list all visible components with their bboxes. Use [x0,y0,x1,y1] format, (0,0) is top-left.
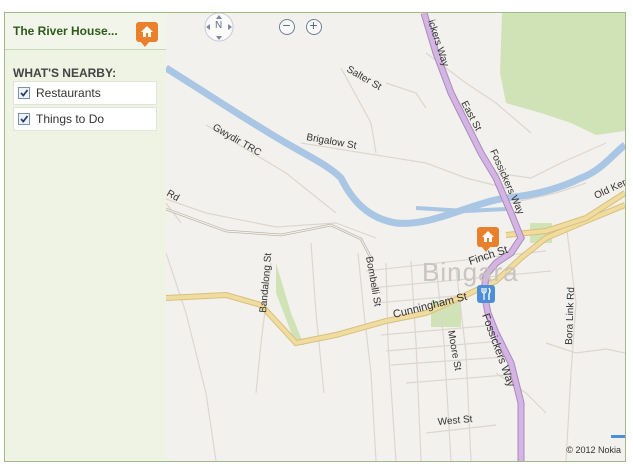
nearby-heading: WHAT'S NEARBY: [13,66,117,80]
fork-knife-icon [481,287,491,300]
map-canvas[interactable]: ickers Way East St Fossickers Way Salter… [166,13,625,461]
label-bandalong-st: Bandalong St [258,252,274,313]
map-widget: The River House... WHAT'S NEARBY: Restau… [4,12,626,462]
nearby-item-things-to-do[interactable]: Things to Do [13,107,157,131]
label-west-st: West St [437,414,473,428]
zoom-in-icon: + [309,17,318,33]
label-salter-st: Salter St [345,64,384,93]
label-rd: Rd [166,188,181,204]
pan-compass-control[interactable]: N [199,13,239,45]
map-edge-marker [611,435,625,438]
home-pin-icon[interactable] [136,22,158,47]
label-fossickers-way-low: Fossickers Way [479,312,517,389]
things-to-do-label: Things to Do [36,112,105,126]
map-base: ickers Way East St Fossickers Way Salter… [166,13,625,461]
nearby-item-restaurants[interactable]: Restaurants [13,81,157,105]
zoom-in-button[interactable]: + [306,17,322,35]
zoom-out-button[interactable]: − [279,17,295,35]
label-brigalow-st: Brigalow St [305,132,357,152]
property-map-marker[interactable] [477,227,499,252]
label-moore-st: Moore St [445,330,463,372]
sidebar: The River House... WHAT'S NEARBY: Restau… [5,13,167,461]
compass-north-label: N [215,20,223,31]
label-fossickers-way-top: ickers Way [425,19,450,69]
park-area-northeast [500,13,625,135]
sidebar-header: The River House... [5,13,166,50]
restaurants-checkbox[interactable] [18,87,30,99]
things-to-do-checkbox[interactable] [18,113,30,125]
town-label: Bingara [422,257,519,287]
restaurants-label: Restaurants [36,86,101,100]
restaurant-map-marker[interactable] [477,285,495,303]
map-copyright: © 2012 Nokia [566,445,621,455]
label-bombelli-st: Bombelli St [363,256,383,308]
property-title[interactable]: The River House... [13,24,118,38]
zoom-out-icon: − [282,17,291,33]
label-bora-link-rd: Bora Link Rd [564,287,577,345]
